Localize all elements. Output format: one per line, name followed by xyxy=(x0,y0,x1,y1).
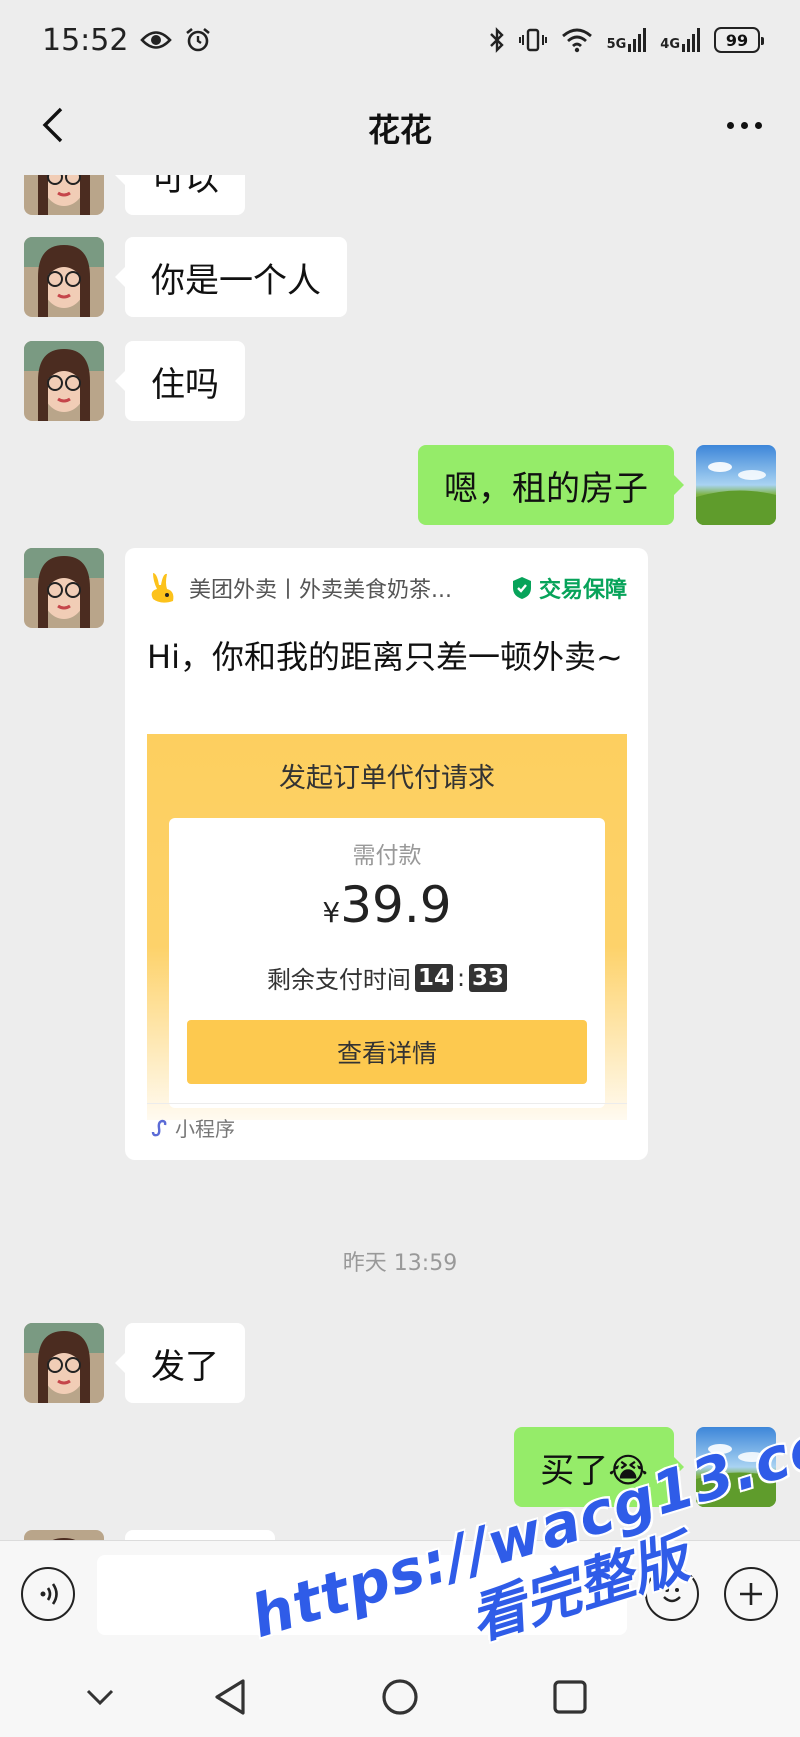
transaction-guarantee-badge: 交易保障 xyxy=(511,572,627,604)
message-text: 买了😭 xyxy=(540,1450,648,1491)
mini-program-icon xyxy=(151,1119,167,1136)
message-bubble-outgoing[interactable]: 嗯，租的房子 xyxy=(418,445,684,525)
system-home-button[interactable] xyxy=(370,1669,430,1725)
card-message-text: Hi，你和我的距离只差一顿外卖~ xyxy=(147,638,623,676)
voice-input-button[interactable] xyxy=(21,1567,75,1621)
mini-program-card[interactable]: 美团外卖丨外卖美食奶茶... 交易保障 Hi，你和我的距离只差一顿外卖~ 发起订… xyxy=(125,548,648,1160)
card-source: 美团外卖丨外卖美食奶茶... xyxy=(189,578,452,603)
plus-icon xyxy=(740,1583,762,1605)
status-left: 15:52 xyxy=(42,23,212,58)
contact-avatar[interactable] xyxy=(24,175,104,215)
more-options-button[interactable] xyxy=(714,100,774,150)
chat-messages[interactable]: 可以 你是一个人 住吗 嗯，租的房子 美团外卖丨外卖美食奶茶... 交易保障 H… xyxy=(0,175,800,1540)
message-bubble[interactable]: 可以 xyxy=(115,175,245,215)
contact-avatar[interactable] xyxy=(24,548,104,628)
mini-program-label: 小程序 xyxy=(175,1117,235,1141)
battery-level: 99 xyxy=(725,30,749,50)
system-recents-button[interactable] xyxy=(540,1669,600,1725)
chat-header: 花花 xyxy=(0,80,800,175)
wifi-icon xyxy=(561,27,593,53)
square-recents-icon xyxy=(553,1680,587,1714)
payment-panel: 发起订单代付请求 需付款 ¥39.9 剩余支付时间 14 : 33 查看详情 xyxy=(147,734,627,1120)
chevron-down-icon xyxy=(86,1689,114,1706)
amount-value: ¥39.9 xyxy=(169,876,605,934)
timer-minutes: 14 xyxy=(414,963,453,992)
message-text: 可以 xyxy=(151,175,219,199)
message-bubble-partial[interactable] xyxy=(125,1530,275,1540)
meituan-kangaroo-icon xyxy=(151,573,174,603)
contact-avatar[interactable] xyxy=(24,1323,104,1403)
chat-title: 花花 xyxy=(367,110,432,149)
chevron-left-icon xyxy=(42,107,63,143)
back-button[interactable] xyxy=(28,100,78,150)
system-back-button[interactable] xyxy=(200,1669,260,1725)
guarantee-label: 交易保障 xyxy=(538,578,627,603)
chat-input-bar xyxy=(0,1540,800,1655)
timer-label: 剩余支付时间 xyxy=(266,966,411,994)
amount-number: 39.9 xyxy=(340,876,452,934)
card-header: 美团外卖丨外卖美食奶茶... 交易保障 xyxy=(147,568,627,608)
emoji-button[interactable] xyxy=(645,1567,699,1621)
timer-seconds: 33 xyxy=(469,963,508,992)
message-input[interactable] xyxy=(97,1555,627,1635)
status-right: 5G 4G 99 xyxy=(489,27,764,53)
my-avatar[interactable] xyxy=(696,1427,776,1507)
voice-icon xyxy=(40,1583,58,1605)
shield-check-icon xyxy=(512,577,531,599)
status-time: 15:52 xyxy=(42,22,129,58)
currency-symbol: ¥ xyxy=(322,896,341,929)
more-dot-icon xyxy=(726,121,734,129)
emoji-icon xyxy=(663,1588,681,1603)
signal-label-5g: 5G xyxy=(606,37,627,52)
bluetooth-icon xyxy=(489,27,505,53)
payment-details: 需付款 ¥39.9 剩余支付时间 14 : 33 查看详情 xyxy=(169,818,605,1108)
message-text: 发了 xyxy=(151,1346,219,1387)
more-dot-icon xyxy=(754,121,762,129)
amount-label: 需付款 xyxy=(352,843,422,869)
triangle-back-icon xyxy=(215,1679,245,1715)
view-details-button[interactable]: 查看详情 xyxy=(187,1020,587,1084)
message-text: 你是一个人 xyxy=(151,260,321,301)
hide-keyboard-button[interactable] xyxy=(70,1669,130,1725)
eye-icon xyxy=(140,29,173,51)
vibrate-icon xyxy=(518,27,547,53)
card-footer: 小程序 xyxy=(149,1113,235,1142)
battery-icon: 99 xyxy=(714,27,764,53)
message-bubble[interactable]: 你是一个人 xyxy=(115,237,347,317)
card-divider xyxy=(147,1103,627,1104)
circle-home-icon xyxy=(382,1679,418,1715)
my-avatar[interactable] xyxy=(696,445,776,525)
message-text: 嗯，租的房子 xyxy=(444,468,648,509)
timer-separator: : xyxy=(456,963,466,992)
signal-icon-5g: 5G xyxy=(607,28,647,52)
status-bar: 15:52 5G 4G 99 xyxy=(0,0,800,80)
more-dot-icon xyxy=(740,121,748,129)
message-timestamp: 昨天 13:59 xyxy=(342,1251,458,1276)
message-bubble-outgoing[interactable]: 买了😭 xyxy=(514,1427,684,1507)
message-bubble[interactable]: 住吗 xyxy=(115,341,245,421)
contact-avatar[interactable] xyxy=(24,1530,104,1540)
message-bubble[interactable]: 发了 xyxy=(115,1323,245,1403)
signal-icon-4g: 4G xyxy=(660,28,700,52)
signal-label-4g: 4G xyxy=(660,37,680,52)
message-text: 住吗 xyxy=(151,364,219,405)
payment-timer: 剩余支付时间 14 : 33 xyxy=(169,960,605,995)
system-navigation-bar xyxy=(0,1655,800,1737)
contact-avatar[interactable] xyxy=(24,237,104,317)
payment-title: 发起订单代付请求 xyxy=(279,763,495,794)
more-functions-button[interactable] xyxy=(724,1567,778,1621)
contact-avatar[interactable] xyxy=(24,341,104,421)
alarm-icon xyxy=(184,26,212,54)
